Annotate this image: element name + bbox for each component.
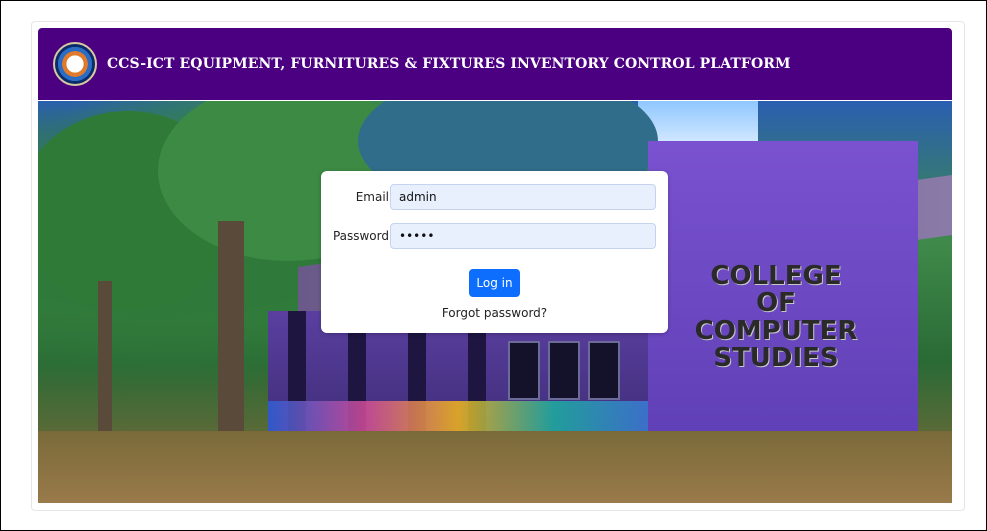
tree-trunk — [218, 221, 244, 451]
window — [548, 341, 580, 400]
forgot-password-link[interactable]: Forgot password? — [321, 306, 668, 320]
password-row: Password — [321, 222, 668, 250]
login-button[interactable]: Log in — [469, 269, 520, 297]
ground — [38, 431, 952, 503]
tree-trunk — [98, 281, 112, 441]
page-title: CCS-ICT EQUIPMENT, FURNITURES & FIXTURES… — [107, 56, 791, 72]
building-sign: COLLEGE OF COMPUTER STUDIES — [646, 261, 906, 373]
college-seal-icon — [53, 42, 97, 86]
email-field[interactable] — [390, 184, 656, 210]
window — [508, 341, 540, 400]
window — [588, 341, 620, 400]
password-field[interactable] — [390, 223, 656, 249]
login-form: Email Password Log in Forgot password? — [321, 171, 668, 333]
email-row: Email — [321, 183, 668, 211]
sign-line: COMPUTER STUDIES — [694, 315, 858, 373]
password-label: Password — [332, 229, 389, 243]
page-header: CCS-ICT EQUIPMENT, FURNITURES & FIXTURES… — [38, 28, 952, 100]
sign-line: OF — [756, 288, 796, 319]
sign-line: COLLEGE — [710, 261, 842, 291]
email-label: Email — [355, 190, 389, 204]
